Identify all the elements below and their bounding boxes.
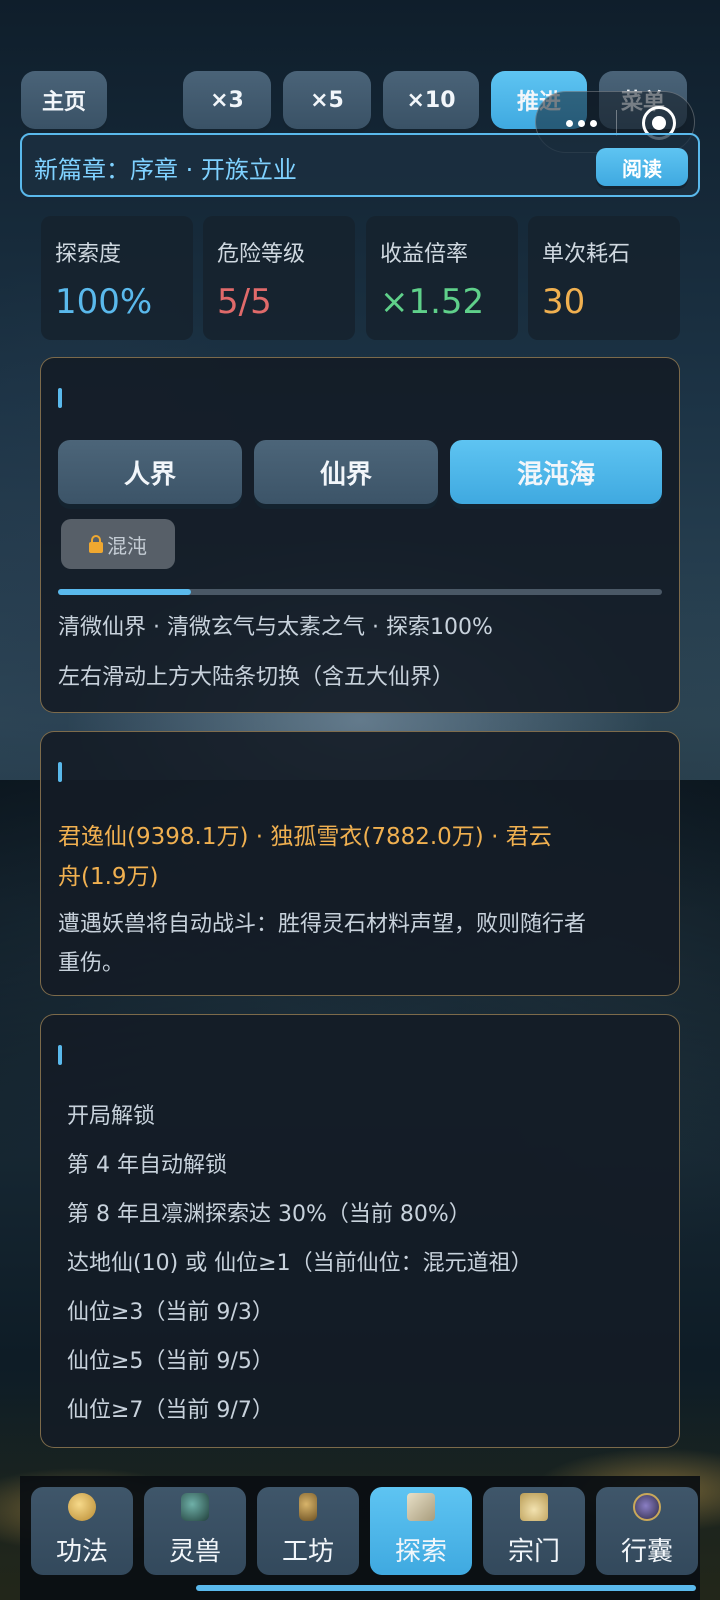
- speed-x3-button[interactable]: ×3: [183, 71, 271, 129]
- stat-label: 单次耗石: [542, 242, 631, 267]
- unlock-item: 开局解锁: [67, 1104, 156, 1129]
- screen: 主页 ×3 ×5 ×10 推进 菜单 新篇章：序章 · 开族立业 阅读 探索度 …: [0, 0, 720, 1600]
- companions-line-2: 舟(1.9万): [58, 864, 159, 890]
- nav-tab-label: 宗门: [507, 1537, 560, 1567]
- lock-icon: [89, 535, 103, 553]
- chapter-title: 新篇章：序章 · 开族立业: [34, 156, 297, 184]
- unlock-item: 仙位≥3（当前 9/3）: [67, 1300, 274, 1325]
- nav-tab-label: 工坊: [281, 1537, 334, 1567]
- unlock-item: 仙位≥7（当前 9/7）: [67, 1398, 274, 1423]
- nav-tab-explore[interactable]: 探索: [370, 1487, 472, 1575]
- stat-danger-level: 危险等级 5/5: [203, 216, 355, 340]
- nav-tab-inventory[interactable]: 行囊: [596, 1487, 698, 1575]
- locked-chaos-chip[interactable]: 混沌: [61, 519, 175, 569]
- section-marker: [58, 388, 62, 408]
- stat-label: 收益倍率: [380, 242, 469, 267]
- stat-stone-cost: 单次耗石 30: [528, 216, 680, 340]
- nav-tab-label: 功法: [55, 1537, 108, 1567]
- temple-icon: [520, 1493, 548, 1521]
- realm-tab-chaos-sea[interactable]: 混沌海: [450, 440, 662, 504]
- nav-tab-sect[interactable]: 宗门: [483, 1487, 585, 1575]
- locked-chip-label: 混沌: [107, 533, 147, 558]
- nav-tab-label: 灵兽: [168, 1537, 221, 1567]
- section-marker: [58, 762, 62, 782]
- speed-x5-button[interactable]: ×5: [283, 71, 371, 129]
- scroll-map-icon: [407, 1493, 435, 1521]
- unlock-item: 仙位≥5（当前 9/5）: [67, 1349, 274, 1374]
- gold-mask-icon: [68, 1493, 96, 1521]
- nav-tab-spirit-beasts[interactable]: 灵兽: [144, 1487, 246, 1575]
- speed-x10-button[interactable]: ×10: [383, 71, 479, 129]
- nav-tab-label: 探索: [394, 1537, 447, 1567]
- read-button[interactable]: 阅读: [596, 148, 688, 186]
- home-button[interactable]: 主页: [21, 71, 107, 129]
- stat-value: ×1.52: [380, 282, 485, 322]
- nav-tab-label: 行囊: [620, 1537, 673, 1567]
- realm-hint: 左右滑动上方大陆条切换（含五大仙界）: [58, 665, 455, 690]
- section-marker: [58, 1045, 62, 1065]
- stat-exploration: 探索度 100%: [41, 216, 193, 340]
- continent-scroll-track[interactable]: [58, 589, 662, 595]
- nav-tab-skills[interactable]: 功法: [31, 1487, 133, 1575]
- stat-value: 5/5: [217, 282, 272, 322]
- home-indicator: [196, 1585, 696, 1591]
- unlock-item: 达地仙(10) 或 仙位≥1（当前仙位：混元道祖）: [67, 1251, 533, 1276]
- chapter-banner: 新篇章：序章 · 开族立业 阅读: [20, 133, 700, 197]
- more-options-icon[interactable]: [566, 120, 597, 127]
- beast-icon: [181, 1493, 209, 1521]
- unlock-item: 第 8 年且凛渊探索达 30%（当前 80%）: [67, 1202, 471, 1227]
- bag-icon: [633, 1493, 661, 1521]
- nav-tab-workshop[interactable]: 工坊: [257, 1487, 359, 1575]
- continent-scroll-thumb[interactable]: [58, 589, 191, 595]
- unlock-item: 第 4 年自动解锁: [67, 1153, 227, 1178]
- battle-note-line-1: 遭遇妖兽将自动战斗：胜得灵石材料声望，败则随行者: [58, 912, 587, 937]
- realm-tab-mortal[interactable]: 人界: [58, 440, 242, 504]
- furnace-icon: [299, 1493, 317, 1521]
- companions-line-1: 君逸仙(9398.1万) · 独孤雪衣(7882.0万) · 君云: [58, 824, 552, 850]
- realm-info: 清微仙界 · 清微玄气与太素之气 · 探索100%: [58, 615, 493, 640]
- stat-label: 探索度: [55, 242, 122, 267]
- realm-tab-immortal[interactable]: 仙界: [254, 440, 438, 504]
- stat-label: 危险等级: [217, 242, 306, 267]
- stat-value: 30: [542, 282, 586, 322]
- battle-note-line-2: 重伤。: [58, 951, 125, 976]
- stat-gain-multiplier: 收益倍率 ×1.52: [366, 216, 518, 340]
- stat-value: 100%: [55, 282, 153, 322]
